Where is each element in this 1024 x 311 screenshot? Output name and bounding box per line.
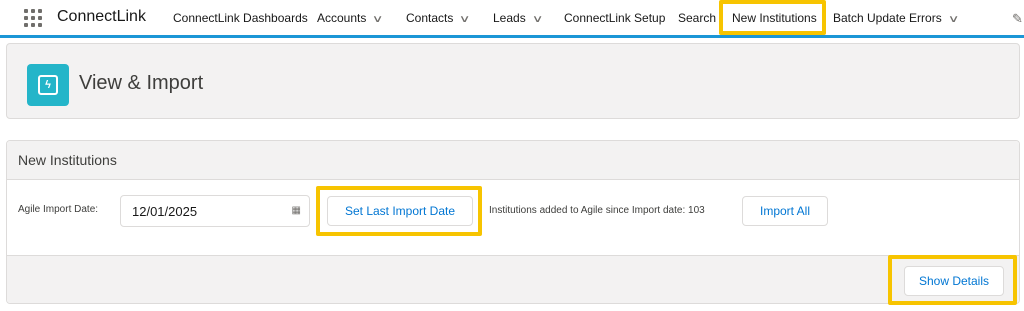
page-header: ϟ View & Import bbox=[6, 43, 1020, 119]
bolt-icon: ϟ bbox=[27, 64, 69, 106]
page-body: ϟ View & Import New Institutions Agile I… bbox=[0, 38, 1024, 311]
card-footer: Show Details bbox=[7, 255, 1019, 303]
import-date-value[interactable]: 12/01/2025 bbox=[132, 204, 197, 219]
nav-item-label: Search bbox=[678, 11, 717, 25]
calendar-icon[interactable]: ▦ bbox=[292, 205, 301, 216]
page-title: View & Import bbox=[79, 72, 204, 94]
chevron-down-icon[interactable]: ∨ bbox=[532, 14, 544, 25]
import-all-button[interactable]: Import All bbox=[742, 196, 828, 226]
nav-item-label: Contacts bbox=[406, 11, 454, 25]
nav-item-accounts[interactable]: Accounts ∨ bbox=[317, 11, 384, 25]
import-date-label: Agile Import Date: bbox=[18, 204, 99, 215]
highlight-new-institutions bbox=[719, 0, 826, 35]
highlight-set-last-import-date bbox=[316, 186, 482, 236]
nav-item-label: Leads bbox=[493, 11, 526, 25]
chevron-down-icon[interactable]: ∨ bbox=[948, 14, 960, 25]
nav-item-label: Batch Update Errors bbox=[833, 11, 942, 25]
nav-item-batch-update-errors[interactable]: Batch Update Errors ∨ bbox=[833, 11, 960, 25]
nav-item-contacts[interactable]: Contacts ∨ bbox=[406, 11, 471, 25]
nav-item-connectlink-dashboards[interactable]: ConnectLink Dashboards bbox=[173, 11, 308, 25]
nav-item-label: Accounts bbox=[317, 11, 367, 25]
nav-item-connectlink-setup[interactable]: ConnectLink Setup bbox=[564, 11, 665, 25]
nav-item-search[interactable]: Search bbox=[678, 11, 716, 25]
institutions-added-info: Institutions added to Agile since Import… bbox=[489, 205, 705, 216]
chevron-down-icon[interactable]: ∨ bbox=[459, 14, 471, 25]
card-title: New Institutions bbox=[18, 152, 117, 168]
nav-item-leads[interactable]: Leads ∨ bbox=[493, 11, 544, 25]
edit-nav-pencil-icon[interactable]: ✎ bbox=[1012, 11, 1023, 27]
nav-item-label: ConnectLink Setup bbox=[564, 11, 666, 25]
highlight-show-details bbox=[888, 255, 1017, 305]
import-date-input[interactable]: 12/01/2025 ▦ bbox=[120, 195, 310, 227]
app-name: ConnectLink bbox=[57, 8, 146, 25]
app-launcher-icon[interactable] bbox=[24, 9, 42, 27]
new-institutions-card: New Institutions Agile Import Date: 12/0… bbox=[6, 140, 1020, 304]
card-header: New Institutions bbox=[7, 141, 1019, 180]
nav-item-label: ConnectLink Dashboards bbox=[173, 11, 308, 25]
chevron-down-icon[interactable]: ∨ bbox=[372, 14, 384, 25]
top-nav: ConnectLink ConnectLink Dashboards Accou… bbox=[0, 0, 1024, 38]
